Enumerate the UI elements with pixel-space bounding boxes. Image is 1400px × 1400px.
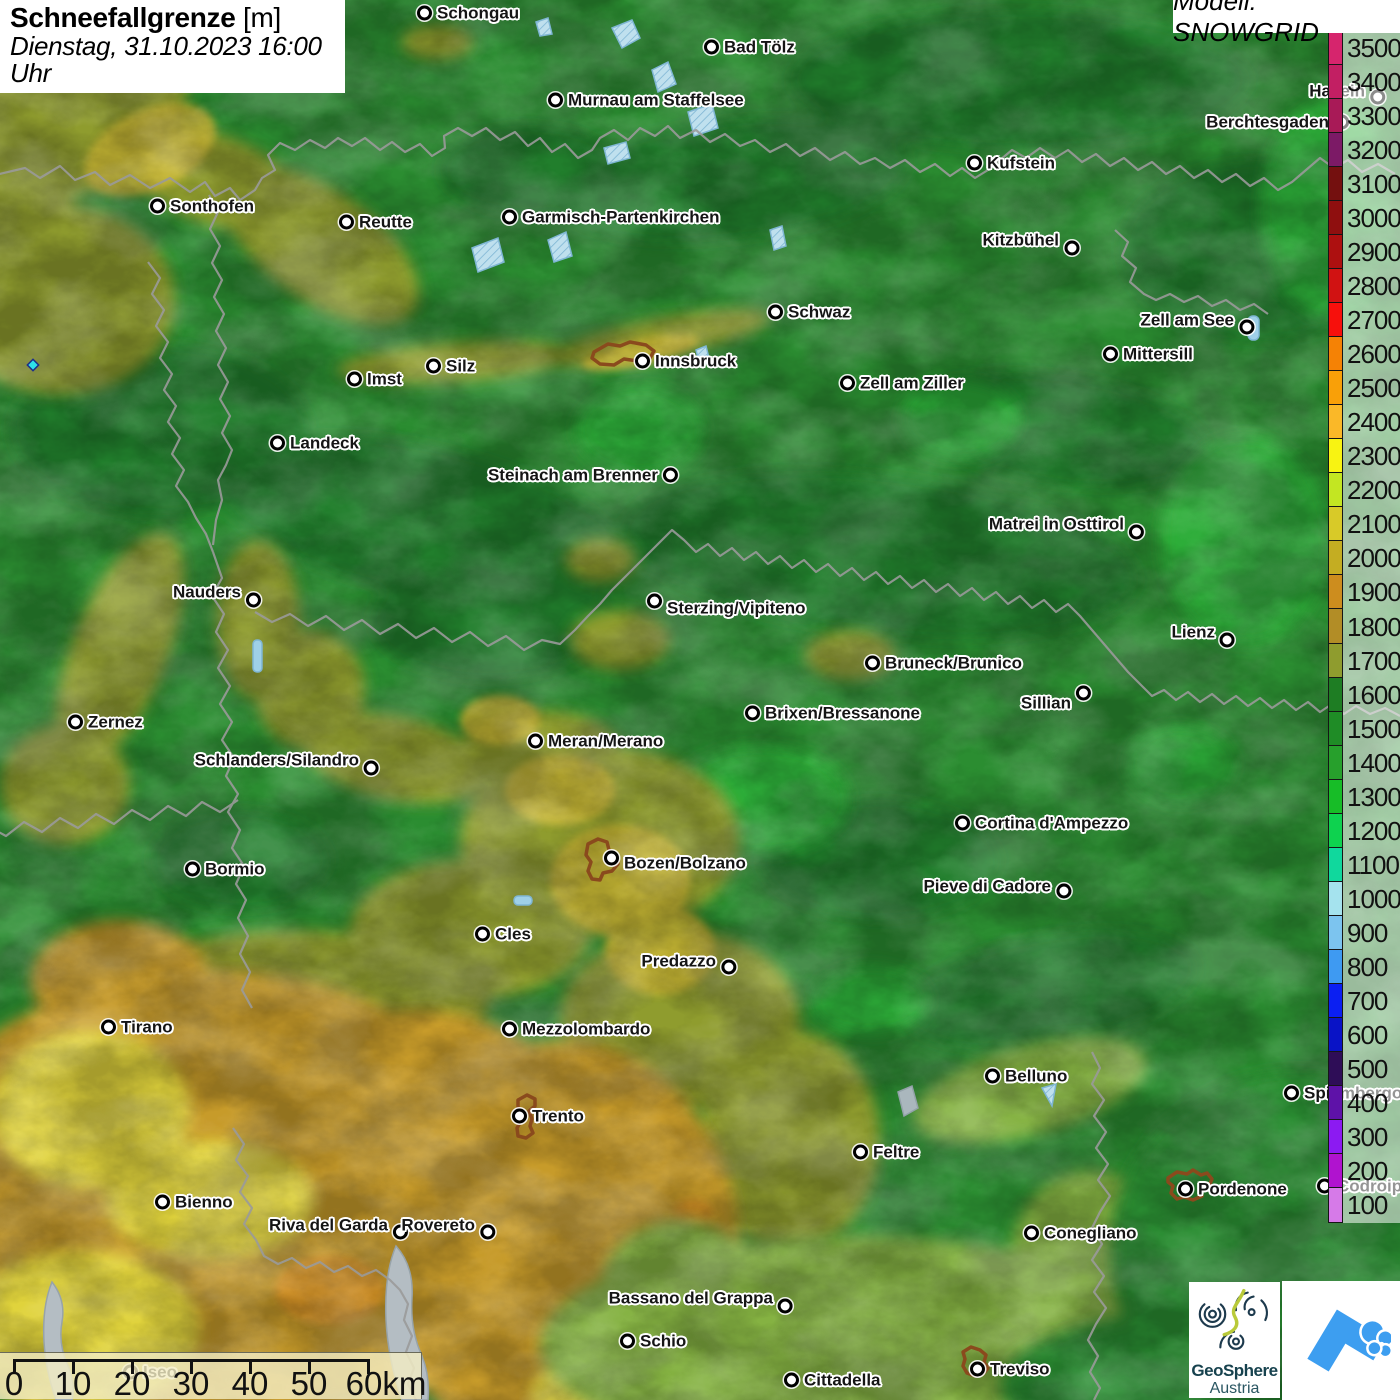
legend-segment-300 bbox=[1328, 1118, 1343, 1155]
scale-label: 30 bbox=[172, 1365, 210, 1400]
legend-segment-2400 bbox=[1328, 404, 1343, 441]
legend-segment-2000 bbox=[1328, 540, 1343, 577]
legend-value: 1100 bbox=[1347, 849, 1400, 880]
legend-value: 2400 bbox=[1347, 407, 1400, 438]
legend-value: 2200 bbox=[1347, 475, 1400, 506]
scale-label: 40 bbox=[231, 1365, 269, 1400]
title-box: Schneefallgrenze [m] Dienstag, 31.10.202… bbox=[0, 0, 345, 93]
legend-value: 600 bbox=[1347, 1019, 1388, 1050]
legend-value: 2900 bbox=[1347, 237, 1400, 268]
legend-value: 2500 bbox=[1347, 373, 1400, 404]
snowgrid-logo bbox=[1282, 1281, 1400, 1400]
scale-label: 20 bbox=[113, 1365, 151, 1400]
legend-segment-1100 bbox=[1328, 846, 1343, 883]
legend-segment-900 bbox=[1328, 914, 1343, 951]
legend-value: 3000 bbox=[1347, 203, 1400, 234]
legend-segment-2200 bbox=[1328, 472, 1343, 509]
legend-value: 300 bbox=[1347, 1121, 1388, 1152]
legend-value: 500 bbox=[1347, 1053, 1388, 1084]
legend-value: 3300 bbox=[1347, 101, 1400, 132]
scale-label: 0 bbox=[4, 1365, 24, 1400]
geosphere-logo: GeoSphere Austria bbox=[1189, 1282, 1280, 1398]
legend-value: 2700 bbox=[1347, 305, 1400, 336]
model-label: Modell: SNOWGRID bbox=[1173, 0, 1400, 47]
scale-bar: 0 10 20 30 40 50 60km bbox=[0, 1352, 426, 1400]
legend-segment-3000 bbox=[1328, 200, 1343, 237]
legend-segment-400 bbox=[1328, 1084, 1343, 1121]
legend-segment-1300 bbox=[1328, 778, 1343, 815]
legend-value: 200 bbox=[1347, 1155, 1388, 1186]
legend-value: 3100 bbox=[1347, 169, 1400, 200]
legend-value: 100 bbox=[1347, 1189, 1388, 1220]
legend-value: 900 bbox=[1347, 917, 1388, 948]
legend-value: 1800 bbox=[1347, 611, 1400, 642]
legend-value: 800 bbox=[1347, 951, 1388, 982]
legend-segment-2700 bbox=[1328, 302, 1343, 339]
legend-segment-100 bbox=[1328, 1186, 1343, 1223]
legend-segment-1500 bbox=[1328, 710, 1343, 747]
page-title: Schneefallgrenze [m] bbox=[10, 2, 281, 33]
legend-value: 3400 bbox=[1347, 67, 1400, 98]
scale-label: 10 bbox=[54, 1365, 92, 1400]
legend-segment-1700 bbox=[1328, 642, 1343, 679]
legend-segment-3200 bbox=[1328, 132, 1343, 169]
legend-segment-2100 bbox=[1328, 506, 1343, 543]
legend-value: 2800 bbox=[1347, 271, 1400, 302]
legend-value: 1300 bbox=[1347, 781, 1400, 812]
legend-segment-1900 bbox=[1328, 574, 1343, 611]
legend-segment-1000 bbox=[1328, 880, 1343, 917]
legend-segment-500 bbox=[1328, 1050, 1343, 1087]
hillshade-light bbox=[0, 0, 1400, 1400]
legend-segment-1400 bbox=[1328, 744, 1343, 781]
legend-value: 1000 bbox=[1347, 883, 1400, 914]
legend-value: 1900 bbox=[1347, 577, 1400, 608]
mountain-cloud-icon bbox=[1304, 1306, 1391, 1374]
scale-label: 60km bbox=[345, 1365, 427, 1400]
legend-segment-1800 bbox=[1328, 608, 1343, 645]
legend-value: 1600 bbox=[1347, 679, 1400, 710]
legend-value: 400 bbox=[1347, 1087, 1388, 1118]
legend-value: 3200 bbox=[1347, 135, 1400, 166]
geosphere-logo-text: GeoSphere bbox=[1191, 1361, 1278, 1380]
legend-value: 1200 bbox=[1347, 815, 1400, 846]
legend-segment-1200 bbox=[1328, 812, 1343, 849]
legend-value: 2600 bbox=[1347, 339, 1400, 370]
legend-segment-2300 bbox=[1328, 438, 1343, 475]
legend-segment-600 bbox=[1328, 1016, 1343, 1053]
title-datetime: Dienstag, 31.10.2023 16:00 Uhr bbox=[10, 31, 322, 88]
legend-value: 1400 bbox=[1347, 747, 1400, 778]
legend-value: 2100 bbox=[1347, 509, 1400, 540]
geosphere-logo-subtext: Austria bbox=[1209, 1380, 1260, 1397]
legend-segment-3400 bbox=[1328, 64, 1343, 101]
legend-segment-200 bbox=[1328, 1152, 1343, 1189]
legend-value: 700 bbox=[1347, 985, 1388, 1016]
legend-segment-700 bbox=[1328, 982, 1343, 1019]
terrain-map bbox=[0, 0, 1400, 1400]
legend-segment-3100 bbox=[1328, 166, 1343, 203]
legend-value: 1700 bbox=[1347, 645, 1400, 676]
legend-colorbar: 3500 3400 3300 3200 3100 3000 2900 2800 2700 2600… bbox=[1328, 29, 1400, 1223]
scale-label: 50 bbox=[290, 1365, 328, 1400]
legend-segment-2900 bbox=[1328, 234, 1343, 271]
legend-value: 2000 bbox=[1347, 543, 1400, 574]
legend-segment-800 bbox=[1328, 948, 1343, 985]
snowline-map-stage: SchongauBad TölzKemptenMurnau am Staffel… bbox=[0, 0, 1400, 1400]
legend-segment-1600 bbox=[1328, 676, 1343, 713]
legend-segment-2600 bbox=[1328, 336, 1343, 373]
contour-lines-icon bbox=[1198, 1288, 1268, 1350]
legend-segment-2500 bbox=[1328, 370, 1343, 407]
legend-value: 1500 bbox=[1347, 713, 1400, 744]
legend-value: 2300 bbox=[1347, 441, 1400, 472]
legend-segment-2800 bbox=[1328, 268, 1343, 305]
legend-segment-3300 bbox=[1328, 98, 1343, 135]
